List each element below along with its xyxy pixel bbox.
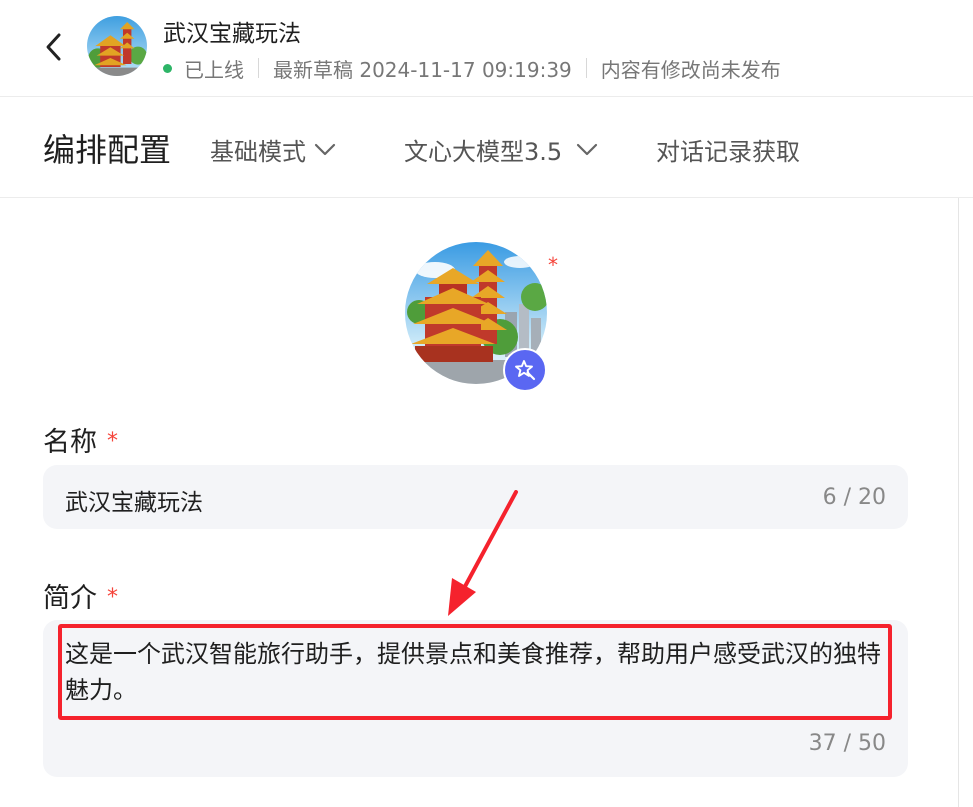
name-char-counter: 6 / 20: [822, 485, 886, 510]
chat-history-label: 对话记录获取: [656, 138, 800, 166]
mode-label: 基础模式: [210, 138, 306, 166]
chevron-down-icon: [314, 143, 336, 155]
name-label-text: 名称: [43, 427, 97, 458]
description-char-counter: 37 / 50: [808, 731, 886, 756]
pagoda-image: [87, 16, 147, 76]
section-title: 编排配置: [43, 131, 172, 169]
chevron-left-icon: [46, 33, 61, 61]
required-mark: *: [548, 253, 558, 277]
draft-info: 最新草稿 2024-11-17 09:19:39: [273, 57, 572, 82]
status-line: 已上线 最新草稿 2024-11-17 09:19:39 内容有修改尚未发布: [163, 55, 781, 82]
magic-wand-icon: [515, 360, 536, 381]
top-header: 武汉宝藏玩法 已上线 最新草稿 2024-11-17 09:19:39 内容有修…: [0, 0, 973, 97]
divider: [258, 58, 259, 78]
back-button[interactable]: [40, 30, 68, 64]
required-mark: *: [107, 585, 118, 610]
chat-history-button[interactable]: 对话记录获取: [656, 132, 800, 167]
mode-dropdown[interactable]: 基础模式: [210, 132, 336, 167]
name-value: 武汉宝藏玩法: [65, 490, 203, 516]
status-text: 已上线: [184, 57, 244, 82]
divider: [585, 58, 587, 78]
model-dropdown[interactable]: 文心大模型3.5: [404, 132, 598, 167]
scrollbar-track[interactable]: [958, 198, 959, 807]
annotation-highlight-box: [58, 624, 892, 720]
description-label: 简介 *: [43, 576, 118, 615]
annotation-arrow: [448, 490, 518, 616]
chevron-down-icon: [577, 143, 598, 155]
name-label: 名称 *: [43, 420, 118, 459]
app-title: 武汉宝藏玩法: [163, 21, 301, 47]
required-mark: *: [107, 429, 118, 454]
model-label: 文心大模型3.5: [404, 138, 563, 166]
unpublished-notice: 内容有修改尚未发布: [600, 57, 781, 82]
agent-avatar-small[interactable]: [87, 16, 147, 76]
status-dot: [163, 63, 172, 73]
description-label-text: 简介: [43, 583, 97, 614]
generate-avatar-button[interactable]: [503, 348, 547, 392]
config-toolbar: 编排配置 基础模式 文心大模型3.5 对话记录获取: [0, 97, 973, 198]
